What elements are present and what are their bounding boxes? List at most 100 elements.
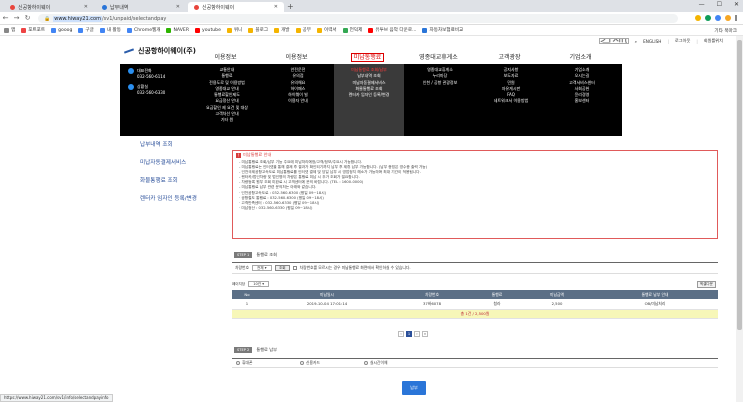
site-search-input[interactable] (598, 38, 629, 44)
close-icon[interactable]: ✕ (274, 4, 278, 10)
close-icon[interactable]: ✕ (176, 4, 180, 10)
gnb-item-usage[interactable]: 이용정보 (190, 52, 261, 61)
bookmark-item[interactable]: 앱 (4, 27, 15, 33)
left-menu-item[interactable]: 미납자동결제서비스 (140, 158, 197, 166)
payment-option-transfer[interactable]: 실시간이체 (360, 360, 424, 366)
maximize-icon[interactable]: ☐ (717, 1, 722, 8)
gnb-item-unpaid-toll[interactable]: 미납통행료 (332, 52, 403, 62)
bookmark-item[interactable]: gooog (51, 27, 72, 33)
search-button[interactable]: 조회 (274, 265, 290, 271)
star-icon[interactable] (695, 15, 701, 21)
note-checkbox[interactable] (292, 266, 297, 270)
bookmark-label: 포트포트 (28, 28, 46, 33)
bookmark-icon (4, 27, 9, 33)
bookmark-label: Chrome웹개 (134, 28, 161, 33)
mega-menu-item[interactable]: 이용자 안내 (263, 98, 333, 104)
bookmark-item[interactable]: 유투브 음악 다운로... (368, 27, 416, 33)
payment-option-phone[interactable]: 휴대폰 (232, 360, 296, 366)
bookmark-item[interactable]: 언덕제 (342, 27, 362, 33)
other-bookmarks[interactable]: 기타 북마크 (714, 28, 737, 34)
bookmark-icon (99, 27, 105, 33)
global-nav: 이용정보 이용정보 미납통행료 영종대교휴게소 고객광장 기업소개 (190, 52, 616, 62)
bookmark-item[interactable]: 포트포트 (21, 27, 45, 33)
sitemap-link[interactable]: 회원를위치 (704, 38, 723, 44)
browser-tab-2[interactable]: 납부내역 ✕ (96, 2, 186, 12)
new-tab-icon[interactable]: + (287, 2, 294, 11)
bookmark-item[interactable]: 자동차보험료비교 (422, 27, 463, 33)
english-link[interactable]: ENGLISH (643, 39, 661, 44)
left-menu-item[interactable]: 납부내역 조회 (140, 140, 197, 148)
bookmark-item[interactable]: 구글 (78, 27, 94, 33)
step2-header: STEP 2 통행료 납부 (234, 347, 277, 353)
bookmark-item[interactable]: 개발 (274, 27, 290, 33)
payment-option-card[interactable]: 신용카드 (296, 360, 360, 366)
bookmark-item[interactable]: 내 활동 (99, 27, 121, 33)
scrollbar-thumb[interactable] (737, 40, 742, 330)
bookmark-item[interactable]: 블로그 (248, 27, 268, 33)
last-page-button[interactable]: » (422, 331, 428, 337)
notice-title: 미납통행료 안내 (243, 152, 272, 157)
table-row[interactable]: 1 2019-10-04 17:01:14 37바6078 청라 2,500 O… (232, 299, 718, 310)
mega-menu-item[interactable]: 인천 / 공항 관광정보 (405, 80, 475, 86)
bookmark-icon (342, 27, 348, 33)
bookmark-icon (316, 27, 322, 33)
forward-icon[interactable]: → (11, 14, 22, 22)
radio-button[interactable] (300, 361, 304, 365)
pay-button[interactable]: 납부 (402, 381, 426, 395)
radio-button[interactable] (236, 361, 240, 365)
page-button[interactable]: 1 (406, 331, 412, 337)
search-icon[interactable]: ⌕ (635, 39, 637, 44)
mega-menu-item[interactable]: 기타 원 (192, 117, 262, 123)
bookmark-label: 위니 (233, 28, 243, 33)
prev-page-button[interactable]: ‹ (398, 331, 404, 337)
search-note: 차량번호를 모르시는 경우 미납통행료 화면에서 확인하실 수 있습니다. (299, 265, 411, 270)
left-menu-item[interactable]: 렌터카 임자인 등록/변경 (140, 194, 197, 202)
gnb-item-customer[interactable]: 고객광장 (474, 52, 545, 61)
window-close-icon[interactable]: ✕ (734, 1, 739, 8)
scrollbar[interactable] (736, 36, 743, 402)
bookmark-item[interactable]: youtube (195, 27, 221, 33)
close-icon[interactable]: ✕ (84, 4, 88, 10)
excel-download-button[interactable]: 엑셀다운 (696, 281, 716, 288)
payment-method-box: 휴대폰 신용카드 실시간이체 (232, 358, 718, 368)
address-bar[interactable]: 🔒 www.hiway21.com /sv1/unpaid/selectandp… (38, 14, 678, 23)
mega-menu-item[interactable]: 네트워크서 이용방법 (476, 98, 546, 104)
lock-icon: 🔒 (44, 15, 51, 22)
logout-link[interactable]: 로그아웃 (675, 38, 690, 44)
site-logo[interactable]: 신공항하이웨이(주) (124, 46, 196, 56)
cell-date: 2019-10-04 17:01:14 (262, 299, 392, 310)
bookmark-item[interactable]: Chrome웹개 (127, 27, 160, 33)
bookmark-item[interactable]: 이력서 (316, 27, 337, 33)
vehicle-select[interactable]: 전체 ▾ (251, 265, 272, 271)
mega-menu-item[interactable]: 렌터카 임자인 등록/변경 (334, 92, 404, 98)
url-path: /sv1/unpaid/selectandpay (101, 15, 167, 22)
gnb-item-rest-area[interactable]: 영종대교휴게소 (403, 52, 474, 61)
step1-search-box: 차량번호 전체 ▾ 조회 차량번호를 모르시는 경우 미납통행료 화면에서 확인… (232, 262, 718, 274)
browser-tab-1[interactable]: 신공항하이웨이 ✕ (4, 2, 94, 12)
extension-icon[interactable] (705, 15, 711, 21)
browser-tab-3[interactable]: 신공항하이웨이 ✕ (188, 2, 284, 12)
bookmark-label: 블로그 (255, 28, 269, 33)
reload-icon[interactable]: ↻ (22, 14, 33, 22)
unpaid-table: No 미납일시 차량번호 통행료 미납금액 통행료 납부 안내 1 2019-1… (232, 290, 718, 319)
left-menu-item[interactable]: 화물통행료 조회 (140, 176, 197, 184)
bookmark-item[interactable]: NAVER (166, 27, 189, 33)
bookmark-item[interactable]: 위니 (226, 27, 243, 33)
gnb-item-company[interactable]: 기업소개 (545, 52, 616, 61)
gnb-item-usage-2[interactable]: 이용정보 (261, 52, 332, 61)
menu-icon[interactable] (735, 15, 737, 21)
page-size-select[interactable]: 10건 ▾ (248, 281, 270, 287)
mega-menu-item[interactable]: 홍보센터 (547, 98, 617, 104)
tab-favicon-icon (10, 4, 15, 10)
bookmark-label: 이력서 (323, 28, 337, 33)
bookmark-icon (226, 27, 232, 33)
bookmark-label: 공부 (302, 28, 311, 33)
back-icon[interactable]: ← (0, 14, 11, 22)
extension-icon[interactable] (715, 15, 721, 21)
profile-avatar[interactable] (725, 15, 731, 21)
radio-button[interactable] (364, 361, 368, 365)
minimize-icon[interactable]: — (699, 1, 705, 8)
bookmark-item[interactable]: 공부 (295, 27, 311, 33)
tab-title: 신공항하이웨이 (202, 4, 235, 11)
next-page-button[interactable]: › (414, 331, 420, 337)
